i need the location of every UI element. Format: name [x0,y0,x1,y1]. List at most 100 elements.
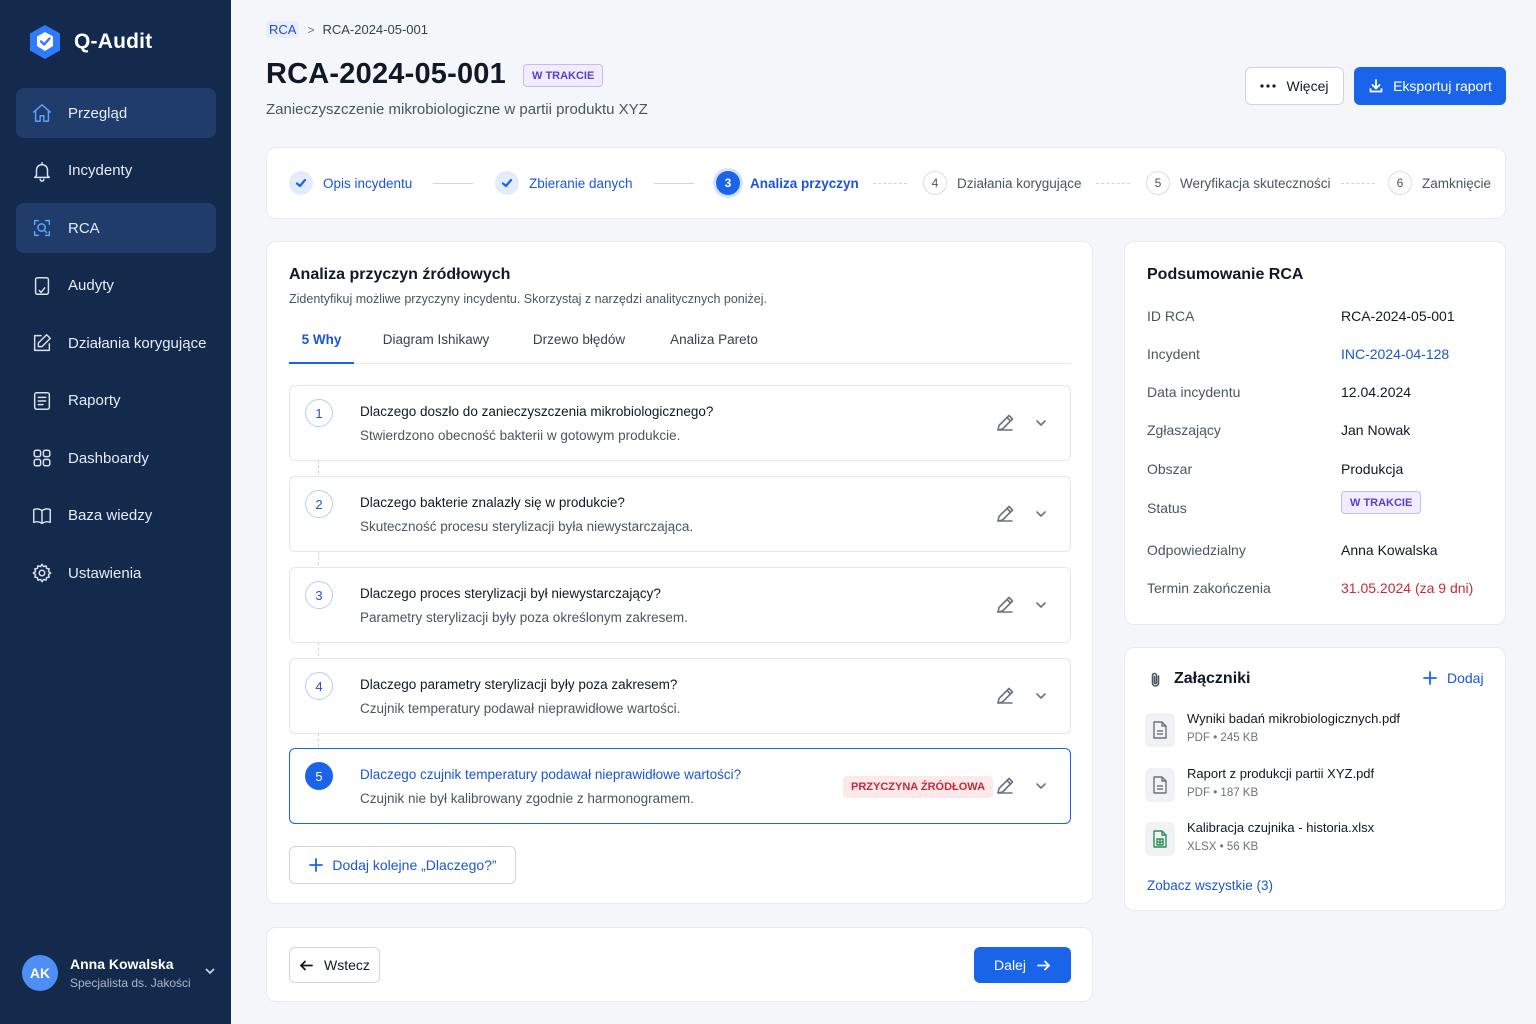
step-connector [873,183,907,184]
why-question: Dlaczego bakterie znalazły się w produkc… [360,495,625,510]
xlsx-file-icon [1145,822,1175,856]
step-zamkniecie[interactable]: 6 Zamknięcie [1388,171,1491,195]
sidebar-item-dzialania-korygujace[interactable]: Działania korygujące [16,318,216,368]
add-why-button[interactable]: Dodaj kolejne „Dlaczego?” [289,846,516,884]
root-cause-badge: PRZYCZYNA ŹRÓDŁOWA [843,776,994,798]
tab-5-why[interactable]: 5 Why [289,332,354,364]
summary-key: Incydent [1147,346,1200,362]
why-item-5[interactable]: 5 Dlaczego czujnik temperatury podawał n… [289,748,1071,824]
attachment-item[interactable]: Wyniki badań mikrobiologicznych.pdf PDF … [1145,711,1485,751]
attachment-name: Wyniki badań mikrobiologicznych.pdf [1187,711,1401,726]
breadcrumb-current: RCA-2024-05-001 [322,22,428,37]
app-name: Q-Audit [74,30,153,53]
why-question: Dlaczego czujnik temperatury podawał nie… [360,767,742,782]
breadcrumb-link-rca[interactable]: RCA [266,21,300,38]
step-analiza-przyczyn[interactable]: 3 Analiza przyczyn [716,171,859,195]
why-answer: Stwierdzono obecność bakterii w gotowym … [360,428,681,443]
step-label: Opis incydentu [323,175,413,191]
step-navigation: Wstecz Dalej [266,927,1093,1002]
user-role: Specjalista ds. Jakości [70,976,191,990]
user-menu[interactable]: AK Anna Kowalska Specjalista ds. Jakości [22,955,217,991]
brand[interactable]: Q-Audit [28,24,152,60]
step-opis-incydentu[interactable]: Opis incydentu [289,171,412,195]
step-label: Działania korygujące [957,175,1082,191]
why-item-3[interactable]: 3 Dlaczego proces sterylizacji był niewy… [289,567,1071,643]
add-attachment-button[interactable]: Dodaj [1423,670,1484,686]
attachments-card: Załączniki Dodaj Wyniki badań mikrobiolo… [1124,647,1506,911]
add-attachment-label: Dodaj [1447,670,1484,686]
pencil-icon[interactable] [994,412,1016,434]
summary-key: Termin zakończenia [1147,580,1271,596]
next-button[interactable]: Dalej [974,947,1071,983]
back-button[interactable]: Wstecz [289,947,380,983]
why-item-2[interactable]: 2 Dlaczego bakterie znalazły się w produ… [289,476,1071,552]
tab-diagram-ishikawy[interactable]: Diagram Ishikawy [373,332,499,364]
chevron-down-icon[interactable] [1034,598,1048,612]
attachment-size: 245 KB [1220,732,1259,744]
chevron-down-icon[interactable] [1034,779,1048,793]
sidebar-item-przeglad[interactable]: Przegląd [16,88,216,138]
home-icon [30,101,54,125]
search-analysis-icon [30,216,54,240]
step-connector [654,183,694,184]
section-title: Analiza przyczyn źródłowych [289,266,511,283]
step-number: 6 [1388,171,1412,195]
pdf-file-icon [1145,768,1175,802]
sidebar-item-ustawienia[interactable]: Ustawienia [16,548,216,598]
export-report-button[interactable]: Eksportuj raport [1354,67,1506,105]
chevron-down-icon[interactable] [1034,689,1048,703]
pdf-file-icon [1145,713,1175,747]
chevron-down-icon[interactable] [1034,416,1048,430]
chevron-down-icon[interactable] [1034,507,1048,521]
sidebar-item-baza-wiedzy[interactable]: Baza wiedzy [16,491,216,541]
chevron-down-icon[interactable] [203,964,217,983]
step-connector [1341,183,1375,184]
sidebar-nav: Przegląd Incydenty RCA Audyty Działania … [16,88,216,606]
summary-value: Anna Kowalska [1341,542,1438,558]
more-button[interactable]: Więcej [1245,67,1344,105]
book-icon [30,504,54,528]
tab-drzewo-bledow[interactable]: Drzewo błędów [521,332,637,364]
bell-icon [30,159,54,183]
download-icon [1369,79,1383,93]
incident-link[interactable]: INC-2024-04-128 [1341,346,1449,362]
edit-icon [30,331,54,355]
why-item-4[interactable]: 4 Dlaczego parametry sterylizacji były p… [289,658,1071,734]
step-dzialania-korygujace[interactable]: 4 Działania korygujące [923,171,1082,195]
more-button-label: Więcej [1286,78,1329,94]
grid-icon [30,446,54,470]
audit-icon [30,274,54,298]
attachment-type: PDF [1187,787,1210,799]
attachment-meta: PDF • 187 KB [1187,787,1259,799]
progress-stepper: Opis incydentu Zbieranie danych 3 Analiz… [266,147,1506,219]
tab-analiza-pareto[interactable]: Analiza Pareto [659,332,769,364]
report-icon [30,389,54,413]
why-item-1[interactable]: 1 Dlaczego doszło do zanieczyszczenia mi… [289,385,1071,461]
pencil-icon[interactable] [994,685,1016,707]
step-zbieranie-danych[interactable]: Zbieranie danych [495,171,633,195]
pencil-icon[interactable] [994,503,1016,525]
more-icon [1260,84,1277,88]
pencil-icon[interactable] [994,594,1016,616]
summary-title: Podsumowanie RCA [1147,266,1304,283]
sidebar-item-label: Raporty [68,392,121,409]
attachment-item[interactable]: Kalibracja czujnika - historia.xlsx XLSX… [1145,820,1485,860]
step-connector [1096,183,1130,184]
sidebar-item-rca[interactable]: RCA [16,203,216,253]
see-all-attachments-link[interactable]: Zobacz wszystkie (3) [1147,878,1273,893]
attachment-item[interactable]: Raport z produkcji partii XYZ.pdf PDF • … [1145,766,1485,806]
step-number: 5 [1146,171,1170,195]
why-number: 2 [305,490,333,518]
pencil-icon[interactable] [994,775,1016,797]
breadcrumb: RCA > RCA-2024-05-001 [266,21,428,38]
step-weryfikacja-skutecznosci[interactable]: 5 Weryfikacja skuteczności [1146,171,1331,195]
sidebar-item-dashboardy[interactable]: Dashboardy [16,433,216,483]
why-answer: Skuteczność procesu sterylizacji była ni… [360,519,694,534]
sidebar-item-raporty[interactable]: Raporty [16,376,216,426]
sidebar-item-audyty[interactable]: Audyty [16,261,216,311]
check-icon [289,171,313,195]
sidebar-item-incydenty[interactable]: Incydenty [16,146,216,196]
status-badge: W TRAKCIE [523,64,604,87]
root-cause-analysis-card: Analiza przyczyn źródłowych Zidentyfikuj… [266,241,1093,904]
summary-key: ID RCA [1147,308,1195,324]
